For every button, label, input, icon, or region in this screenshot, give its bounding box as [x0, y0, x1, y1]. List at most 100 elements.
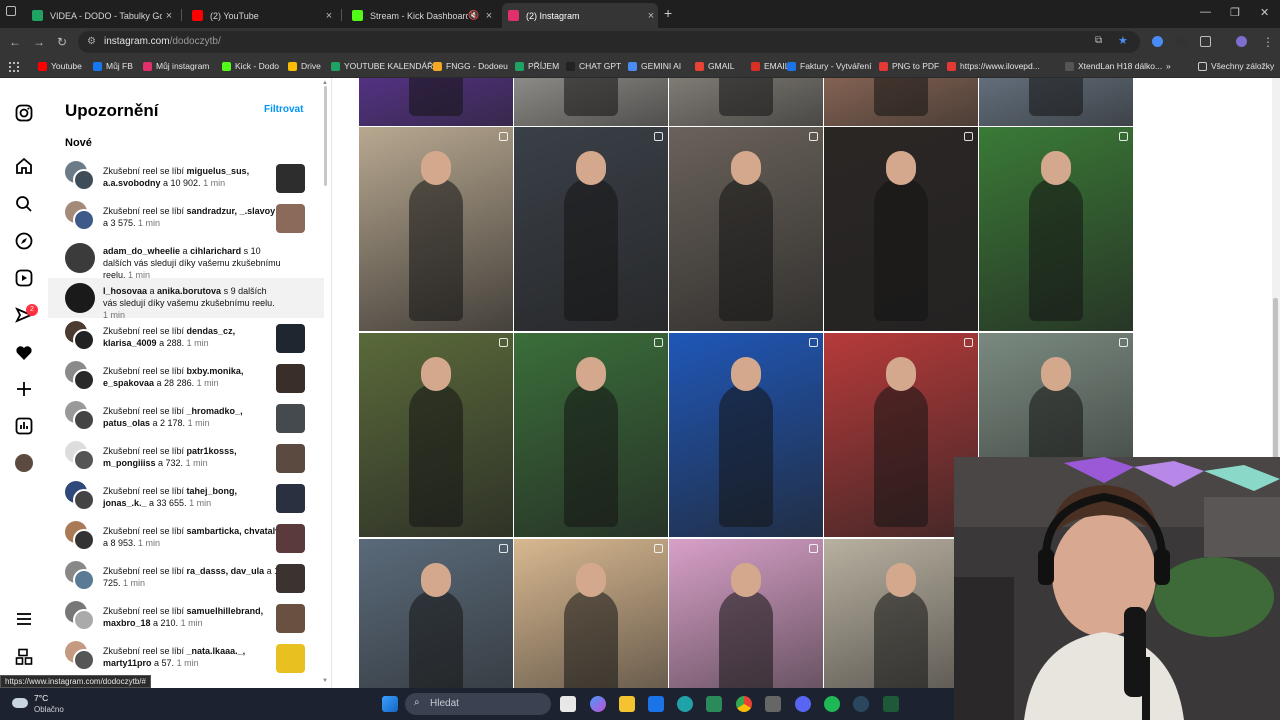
post-tile[interactable]	[359, 539, 513, 688]
bookmark-item[interactable]: Můj instagram	[143, 61, 209, 71]
site-info-icon[interactable]: ⚙	[87, 36, 96, 47]
bookmark-item[interactable]: Kick - Dodo	[222, 61, 279, 71]
explore-icon[interactable]	[15, 232, 33, 250]
reel-thumbnail[interactable]	[276, 564, 305, 593]
close-window-button[interactable]: ✕	[1260, 6, 1269, 19]
app-icon[interactable]	[706, 696, 722, 712]
install-icon[interactable]: ⧉	[1095, 35, 1102, 46]
tab-sheets[interactable]: VIDEA - DODO - Tabulky Googl ×	[26, 3, 176, 28]
address-bar[interactable]: ⚙ instagram.com/dodoczytb/ ⧉ ★	[78, 31, 1140, 53]
reel-thumbnail[interactable]	[276, 404, 305, 433]
post-tile[interactable]	[514, 333, 668, 537]
notification-item[interactable]: Zkušební reel se líbí ra_dasss, dav_ula …	[48, 558, 324, 598]
bookmark-item[interactable]: Youtube	[38, 61, 82, 71]
notification-item[interactable]: Zkušební reel se líbí sambarticka, chvat…	[48, 518, 324, 558]
reel-thumbnail[interactable]	[276, 524, 305, 553]
scrollbar-thumb[interactable]	[324, 86, 327, 186]
file-explorer-icon[interactable]	[619, 696, 635, 712]
minimize-button[interactable]: —	[1200, 6, 1211, 18]
calculator-icon[interactable]	[765, 696, 781, 712]
notification-item[interactable]: Zkušební reel se líbí bxby.monika, e_spa…	[48, 358, 324, 398]
post-tile[interactable]	[669, 127, 823, 331]
reel-thumbnail[interactable]	[276, 604, 305, 633]
more-menu-icon[interactable]	[15, 610, 33, 628]
notification-item[interactable]: adam_do_wheelie a cihlarichard s 10 dalš…	[48, 238, 324, 280]
meta-apps-icon[interactable]	[15, 648, 33, 666]
notification-item[interactable]: Zkušební reel se líbí dendas_cz, klarisa…	[48, 318, 324, 358]
tab-instagram[interactable]: (2) Instagram ×	[502, 3, 658, 28]
post-tile[interactable]	[979, 78, 1133, 126]
bookmark-item[interactable]: Můj FB	[93, 61, 133, 71]
all-bookmarks-button[interactable]: Všechny záložky	[1198, 61, 1274, 71]
weather-temperature[interactable]: 7°C	[34, 693, 48, 703]
scroll-down-arrow[interactable]: ▼	[322, 678, 328, 684]
bookmark-item[interactable]: Faktury - Vytváření	[787, 61, 871, 71]
spotify-icon[interactable]	[824, 696, 840, 712]
tab-strip-menu-icon[interactable]	[6, 6, 16, 16]
close-icon[interactable]: ×	[482, 10, 496, 22]
star-icon[interactable]: ★	[1118, 34, 1128, 47]
close-icon[interactable]: ×	[322, 10, 336, 22]
post-tile[interactable]	[514, 539, 668, 688]
post-tile[interactable]	[669, 78, 823, 126]
notification-item[interactable]: Zkušební reel se líbí samuelhillebrand, …	[48, 598, 324, 638]
post-tile[interactable]	[514, 127, 668, 331]
notification-item[interactable]: Zkušební reel se líbí miguelus_sus, a.a.…	[48, 158, 324, 198]
bookmark-item[interactable]: GEMINI AI	[628, 61, 681, 71]
bookmark-item[interactable]: PNG to PDF	[879, 61, 939, 71]
apps-icon[interactable]	[9, 62, 19, 72]
post-tile[interactable]	[359, 333, 513, 537]
chrome-icon[interactable]	[736, 696, 752, 712]
tab-kick[interactable]: Stream - Kick Dashboard 🔇 ×	[346, 3, 496, 28]
filter-button[interactable]: Filtrovat	[264, 104, 303, 115]
post-tile[interactable]	[514, 78, 668, 126]
profile-avatar[interactable]	[1236, 36, 1247, 47]
reel-thumbnail[interactable]	[276, 324, 305, 353]
bookmark-item[interactable]: https://www.ilovepd...	[947, 61, 1040, 71]
steam-icon[interactable]	[853, 696, 869, 712]
scroll-up-arrow[interactable]: ▲	[322, 80, 328, 86]
notification-item[interactable]: l_hosovaa a anika.borutova s 9 dalších v…	[48, 278, 324, 320]
post-tile[interactable]	[824, 127, 978, 331]
close-icon[interactable]: ×	[162, 10, 176, 22]
copilot-icon[interactable]	[590, 696, 606, 712]
reel-thumbnail[interactable]	[276, 164, 305, 193]
post-tile[interactable]	[824, 78, 978, 126]
post-tile[interactable]	[359, 78, 513, 126]
dashboard-icon[interactable]	[15, 417, 33, 435]
maximize-button[interactable]: ❐	[1230, 6, 1240, 19]
search-icon[interactable]	[15, 195, 33, 213]
new-tab-button[interactable]: +	[664, 5, 678, 21]
windows-start-icon[interactable]	[382, 696, 398, 712]
extension-icon[interactable]	[1176, 36, 1187, 47]
reload-button[interactable]: ↻	[57, 35, 67, 49]
back-button[interactable]: ←	[9, 35, 21, 49]
mute-icon[interactable]: 🔇	[468, 10, 482, 21]
instagram-logo-icon[interactable]	[15, 104, 33, 122]
tab-youtube[interactable]: (2) YouTube ×	[186, 3, 336, 28]
profile-avatar[interactable]	[15, 454, 33, 472]
bookmark-item[interactable]: GMAIL	[695, 61, 734, 71]
app-icon[interactable]	[883, 696, 899, 712]
bookmark-item[interactable]: Drive	[288, 61, 321, 71]
discord-icon[interactable]	[795, 696, 811, 712]
notification-item[interactable]: Zkušební reel se líbí _nata.lkaaa._, mar…	[48, 638, 324, 678]
extensions-puzzle-icon[interactable]	[1200, 36, 1211, 47]
home-icon[interactable]	[15, 157, 33, 175]
notification-item[interactable]: Zkušební reel se líbí tahej_bong, jonas_…	[48, 478, 324, 518]
reel-thumbnail[interactable]	[276, 204, 305, 233]
forward-button[interactable]: →	[33, 35, 45, 49]
post-tile[interactable]	[979, 127, 1133, 331]
mail-icon[interactable]	[648, 696, 664, 712]
create-icon[interactable]	[15, 380, 33, 398]
bookmark-item[interactable]: EMAIL	[751, 61, 790, 71]
menu-icon[interactable]: ⋮	[1262, 35, 1274, 49]
close-icon[interactable]: ×	[644, 10, 658, 22]
weather-description[interactable]: Oblačno	[34, 705, 64, 714]
task-view-icon[interactable]	[560, 696, 576, 712]
bookmark-item[interactable]: XtendLan H18 dálko...	[1065, 61, 1162, 71]
post-tile[interactable]	[669, 539, 823, 688]
notification-item[interactable]: Zkušební reel se líbí _hromadko_, patus_…	[48, 398, 324, 438]
post-tile[interactable]	[359, 127, 513, 331]
notification-item[interactable]: Zkušební reel se líbí sandradzur, _.slav…	[48, 198, 324, 238]
